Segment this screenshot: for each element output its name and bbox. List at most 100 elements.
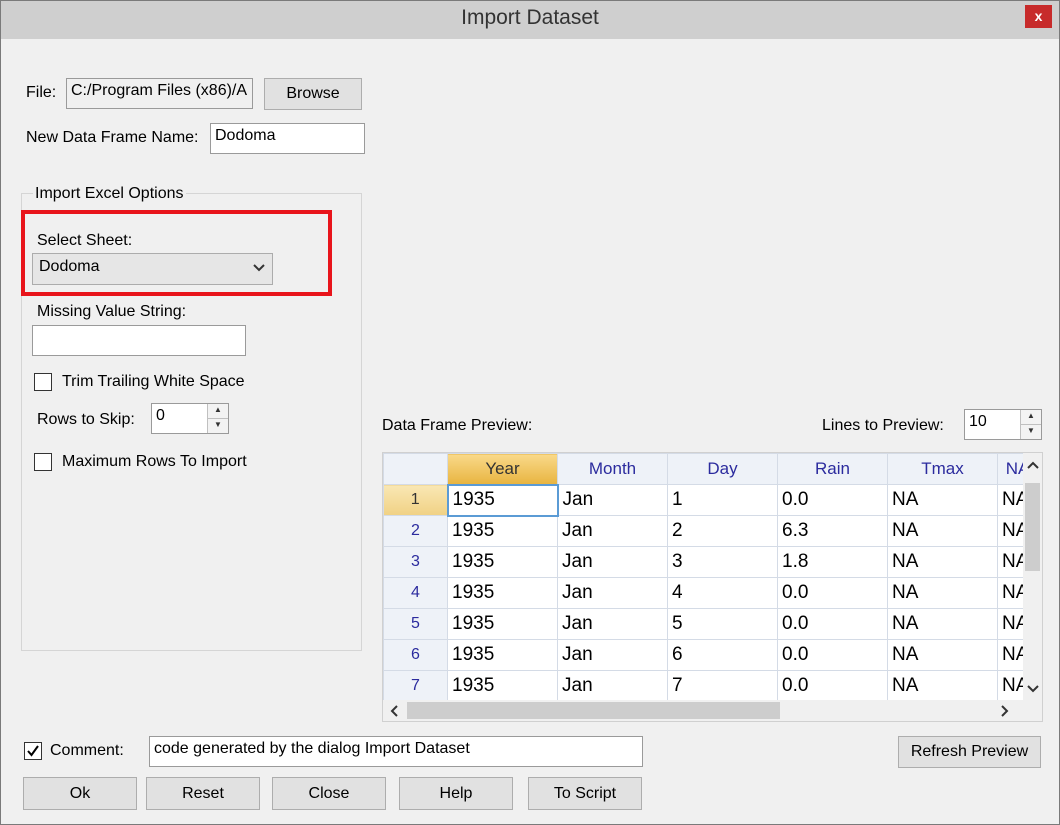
row-header[interactable]: 6 (383, 639, 448, 671)
missing-value-label: Missing Value String: (37, 303, 187, 320)
maximum-rows-checkbox[interactable] (34, 453, 52, 471)
table-cell[interactable]: 6 (667, 639, 778, 671)
table-cell[interactable]: 3 (667, 546, 778, 578)
data-frame-preview-grid[interactable]: Year Month Day Rain Tmax NA 1 1935 Jan 1 0.0 NA NA 2… (382, 452, 1043, 722)
table-cell[interactable]: 1935 (447, 608, 558, 640)
table-cell[interactable]: Jan (557, 577, 668, 609)
spinner-arrows: ▲ ▼ (1020, 410, 1041, 439)
select-sheet-dropdown[interactable]: Dodoma (32, 253, 273, 285)
table-cell[interactable]: NA (887, 670, 998, 702)
spin-up-icon[interactable]: ▲ (1021, 410, 1041, 425)
row-header[interactable]: 2 (383, 515, 448, 547)
lines-to-preview-label: Lines to Preview: (822, 417, 944, 434)
scroll-left-icon[interactable] (389, 704, 399, 720)
spinner-arrows: ▲ ▼ (207, 404, 228, 433)
rows-to-skip-spinner[interactable]: 0 ▲ ▼ (151, 403, 229, 434)
data-frame-preview-label: Data Frame Preview: (382, 417, 533, 434)
table-cell[interactable]: NA (887, 484, 998, 516)
close-button[interactable]: Close (272, 777, 386, 810)
preview-table: Year Month Day Rain Tmax NA 1 1935 Jan 1 0.0 NA NA 2… (383, 453, 1038, 702)
table-cell[interactable]: 1935 (447, 639, 558, 671)
horizontal-scrollbar[interactable] (383, 700, 1023, 721)
help-button[interactable]: Help (399, 777, 513, 810)
table-cell[interactable]: 5 (667, 608, 778, 640)
data-frame-name-input[interactable]: Dodoma (210, 123, 365, 154)
table-cell[interactable]: 6.3 (777, 515, 888, 547)
close-window-button[interactable]: x (1025, 5, 1052, 28)
file-label: File: (26, 84, 57, 101)
table-cell[interactable]: 2 (667, 515, 778, 547)
table-cell[interactable]: 7 (667, 670, 778, 702)
spin-up-icon[interactable]: ▲ (208, 404, 228, 419)
table-cell[interactable]: 4 (667, 577, 778, 609)
file-path-field[interactable]: C:/Program Files (x86)/A (66, 78, 253, 109)
table-cell[interactable]: 1935 (447, 670, 558, 702)
refresh-preview-button[interactable]: Refresh Preview (898, 736, 1041, 768)
table-cell[interactable]: NA (887, 577, 998, 609)
scroll-up-icon[interactable] (1027, 457, 1039, 473)
grid-corner (383, 453, 448, 485)
table-row: 4 1935 Jan 4 0.0 NA NA (383, 577, 1038, 609)
title-bar: Import Dataset x (1, 1, 1059, 39)
table-cell[interactable]: 1935 (447, 515, 558, 547)
table-cell[interactable]: 0.0 (777, 608, 888, 640)
table-cell[interactable]: Jan (557, 546, 668, 578)
column-header-year[interactable]: Year (447, 453, 558, 485)
scroll-right-icon[interactable] (1000, 704, 1010, 720)
comment-input[interactable]: code generated by the dialog Import Data… (149, 736, 643, 767)
vertical-scroll-thumb[interactable] (1025, 483, 1040, 571)
comment-checkbox[interactable] (24, 742, 42, 760)
ok-button[interactable]: Ok (23, 777, 137, 810)
data-frame-name-label: New Data Frame Name: (26, 129, 199, 146)
table-cell[interactable]: NA (887, 639, 998, 671)
row-header[interactable]: 1 (383, 484, 448, 516)
row-header[interactable]: 4 (383, 577, 448, 609)
table-cell[interactable]: 1935 (446, 483, 559, 517)
dialog-body: File: C:/Program Files (x86)/A Browse Ne… (6, 39, 1054, 819)
chevron-down-icon (252, 260, 266, 279)
lines-to-preview-value: 10 (969, 413, 987, 430)
table-row: 1 1935 Jan 1 0.0 NA NA (383, 483, 1038, 517)
table-cell[interactable]: 0.0 (777, 670, 888, 702)
table-cell[interactable]: Jan (557, 670, 668, 702)
missing-value-input[interactable] (32, 325, 246, 356)
maximum-rows-label: Maximum Rows To Import (62, 453, 247, 470)
row-header[interactable]: 7 (383, 670, 448, 702)
spin-down-icon[interactable]: ▼ (1021, 425, 1041, 440)
vertical-scrollbar[interactable] (1023, 453, 1042, 721)
window-title: Import Dataset (461, 6, 599, 29)
table-cell[interactable]: 1.8 (777, 546, 888, 578)
column-header-tmax[interactable]: Tmax (887, 453, 998, 485)
table-cell[interactable]: Jan (557, 515, 668, 547)
table-cell[interactable]: Jan (557, 639, 668, 671)
column-header-day[interactable]: Day (667, 453, 778, 485)
import-dataset-dialog: Import Dataset x File: C:/Program Files … (0, 0, 1060, 825)
reset-button[interactable]: Reset (146, 777, 260, 810)
table-cell[interactable]: 0.0 (777, 577, 888, 609)
row-header[interactable]: 5 (383, 608, 448, 640)
trim-whitespace-checkbox[interactable] (34, 373, 52, 391)
table-row: 5 1935 Jan 5 0.0 NA NA (383, 608, 1038, 640)
table-cell[interactable]: Jan (557, 484, 668, 516)
table-cell[interactable]: NA (887, 608, 998, 640)
row-header[interactable]: 3 (383, 546, 448, 578)
table-cell[interactable]: NA (887, 515, 998, 547)
select-sheet-value: Dodoma (39, 258, 100, 275)
table-cell[interactable]: 1935 (447, 577, 558, 609)
column-header-rain[interactable]: Rain (777, 453, 888, 485)
scroll-down-icon[interactable] (1027, 681, 1039, 697)
table-cell[interactable]: 1935 (447, 546, 558, 578)
lines-to-preview-spinner[interactable]: 10 ▲ ▼ (964, 409, 1042, 440)
to-script-button[interactable]: To Script (528, 777, 642, 810)
table-cell[interactable]: 0.0 (777, 639, 888, 671)
spin-down-icon[interactable]: ▼ (208, 419, 228, 434)
table-cell[interactable]: 0.0 (777, 484, 888, 516)
table-cell[interactable]: NA (887, 546, 998, 578)
browse-button[interactable]: Browse (264, 78, 362, 110)
column-header-month[interactable]: Month (557, 453, 668, 485)
trim-whitespace-label: Trim Trailing White Space (62, 373, 245, 390)
table-cell[interactable]: 1 (667, 484, 778, 516)
horizontal-scroll-thumb[interactable] (407, 702, 780, 719)
table-row: 6 1935 Jan 6 0.0 NA NA (383, 639, 1038, 671)
table-cell[interactable]: Jan (557, 608, 668, 640)
